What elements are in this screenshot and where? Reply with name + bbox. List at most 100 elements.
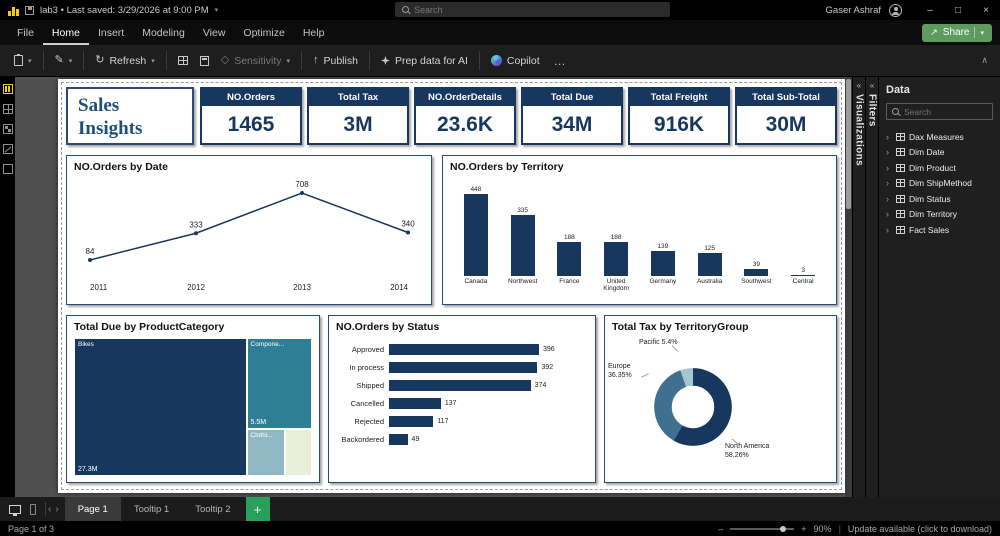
document-title[interactable]: lab3 • Last saved: 3/29/2026 at 9:00 PM	[40, 5, 209, 16]
new-measure-button[interactable]	[194, 52, 215, 70]
share-chevron-down-icon[interactable]: ▾	[980, 29, 984, 37]
chevron-right-icon[interactable]: ›	[886, 147, 892, 157]
bar[interactable]	[389, 433, 408, 445]
menu-view[interactable]: View	[194, 20, 235, 45]
bar[interactable]	[389, 379, 531, 391]
bar[interactable]	[389, 415, 434, 427]
kpi-card-total-sub-total[interactable]: Total Sub-Total 30M	[735, 87, 837, 145]
treemap-block-3[interactable]	[284, 429, 312, 476]
global-search-box[interactable]	[395, 2, 670, 17]
prep-data-ai-button[interactable]: Prep data for AI	[375, 51, 474, 71]
bar[interactable]	[463, 194, 488, 276]
data-panel-search-box[interactable]	[886, 103, 993, 120]
save-icon[interactable]	[25, 5, 34, 15]
chevron-right-icon[interactable]: ›	[886, 163, 892, 173]
new-visual-button[interactable]	[172, 52, 194, 69]
data-table-dim-date[interactable]: › Dim Date	[886, 145, 993, 161]
kpi-card-total-due[interactable]: Total Due 34M	[521, 87, 623, 145]
bar[interactable]	[791, 274, 816, 276]
filters-collapsed-panel[interactable]: « Filters	[865, 77, 878, 497]
line-chart-card[interactable]: NO.Orders by Date 84 2011 333 2012 708 2013 34…	[66, 155, 432, 305]
avatar[interactable]	[889, 3, 902, 17]
menu-optimize[interactable]: Optimize	[234, 20, 293, 45]
report-view-icon[interactable]	[2, 84, 13, 94]
chevron-right-icon[interactable]: ›	[886, 178, 892, 188]
donut-chart-card[interactable]: Total Tax by TerritoryGroup Pacific 5.4%…	[604, 315, 837, 483]
bar[interactable]	[557, 241, 582, 276]
user-name[interactable]: Gaser Ashraf	[826, 5, 881, 16]
update-available-link[interactable]: Update available (click to download)	[848, 524, 992, 534]
mobile-view-icon[interactable]	[30, 503, 36, 515]
treemap-block-bikes[interactable]: Bikes 27.3M	[74, 338, 247, 476]
kpi-card-no-orders[interactable]: NO.Orders 1465	[200, 87, 302, 145]
kpi-card-no-orderdetails[interactable]: NO.OrderDetails 23.6K	[414, 87, 516, 145]
treemap-block-compone-[interactable]: Compone... 5.5M	[246, 338, 312, 430]
table-view-icon[interactable]	[2, 104, 13, 114]
chevron-right-icon[interactable]: ›	[886, 209, 892, 219]
dax-query-view-icon[interactable]	[2, 144, 13, 154]
scrollbar-thumb[interactable]	[846, 79, 851, 209]
copilot-button[interactable]: Copilot	[485, 51, 546, 71]
data-table-dim-status[interactable]: › Dim Status	[886, 191, 993, 207]
menu-file[interactable]: File	[8, 20, 43, 45]
chevron-right-icon[interactable]: ›	[886, 132, 892, 142]
chevron-right-icon[interactable]: ›	[886, 225, 892, 235]
tmdl-view-icon[interactable]	[2, 164, 13, 174]
format-painter-button[interactable]: ✎ ▾	[49, 51, 79, 70]
zoom-in-icon[interactable]: +	[801, 524, 806, 534]
sensitivity-button[interactable]: ◇ Sensitivity ▾	[215, 51, 296, 71]
bar[interactable]	[389, 361, 538, 373]
menu-help[interactable]: Help	[294, 20, 334, 45]
bar[interactable]	[389, 397, 441, 409]
territory-bar-chart-card[interactable]: NO.Orders by Territory 448 Canada 335 North…	[442, 155, 837, 305]
data-table-dim-shipmethod[interactable]: › Dim ShipMethod	[886, 176, 993, 192]
expand-panel-icon[interactable]: «	[857, 82, 861, 90]
zoom-level[interactable]: 90%	[814, 524, 832, 534]
data-table-dim-product[interactable]: › Dim Product	[886, 160, 993, 176]
bar[interactable]	[604, 241, 629, 276]
status-bar-chart-card[interactable]: NO.Orders by Status Approved 396 In proces…	[328, 315, 596, 483]
menu-home[interactable]: Home	[43, 20, 89, 45]
zoom-out-icon[interactable]: –	[718, 524, 723, 534]
report-page[interactable]: Sales Insights NO.Orders 1465 Total Tax 3M N…	[58, 79, 845, 493]
visualizations-collapsed-panel[interactable]: « Visualizations	[852, 77, 865, 497]
data-panel-search-input[interactable]	[904, 106, 987, 117]
expand-panel-icon[interactable]: «	[870, 82, 874, 90]
close-button[interactable]: ×	[972, 0, 1000, 20]
search-input[interactable]	[414, 4, 663, 15]
kpi-card-total-freight[interactable]: Total Freight 916K	[628, 87, 730, 145]
menu-insert[interactable]: Insert	[89, 20, 133, 45]
title-chevron-down-icon[interactable]: ▾	[215, 6, 219, 14]
model-view-icon[interactable]	[2, 124, 13, 134]
treemap-card[interactable]: Total Due by ProductCategory Bikes 27.3M C…	[66, 315, 320, 483]
treemap-block-clothi-[interactable]: Clothi...	[246, 429, 285, 476]
refresh-button[interactable]: ↻ Refresh ▾	[89, 51, 161, 71]
page-tab-page-1[interactable]: Page 1	[64, 497, 121, 521]
report-title-card[interactable]: Sales Insights	[66, 87, 194, 145]
data-table-dax-measures[interactable]: › Dax Measures	[886, 129, 993, 145]
page-tab-tooltip-1[interactable]: Tooltip 1	[121, 497, 182, 521]
share-button[interactable]: ↗ Share ▾	[922, 23, 992, 42]
minimize-button[interactable]: –	[916, 0, 944, 20]
publish-button[interactable]: ↑ Publish	[307, 51, 364, 71]
paste-button[interactable]: ▾	[8, 51, 38, 70]
canvas-scrollbar[interactable]	[845, 77, 852, 497]
report-canvas[interactable]: Sales Insights NO.Orders 1465 Total Tax 3M N…	[15, 77, 852, 497]
zoom-slider[interactable]	[730, 525, 795, 532]
menu-modeling[interactable]: Modeling	[133, 20, 194, 45]
zoom-slider-handle[interactable]	[780, 525, 787, 532]
bar[interactable]	[697, 253, 722, 276]
data-table-dim-territory[interactable]: › Dim Territory	[886, 207, 993, 223]
collapse-ribbon-icon[interactable]: ∧	[981, 55, 992, 66]
data-table-fact-sales[interactable]: › Fact Sales	[886, 222, 993, 238]
chevron-right-icon[interactable]: ›	[886, 194, 892, 204]
desktop-view-icon[interactable]	[9, 504, 21, 516]
bar[interactable]	[510, 214, 535, 276]
bar[interactable]	[744, 268, 769, 276]
kpi-card-total-tax[interactable]: Total Tax 3M	[307, 87, 409, 145]
bar[interactable]	[650, 250, 675, 276]
bar[interactable]	[389, 343, 539, 355]
add-page-button[interactable]: +	[245, 497, 270, 521]
page-tab-tooltip-2[interactable]: Tooltip 2	[182, 497, 243, 521]
maximize-button[interactable]: □	[944, 0, 972, 20]
